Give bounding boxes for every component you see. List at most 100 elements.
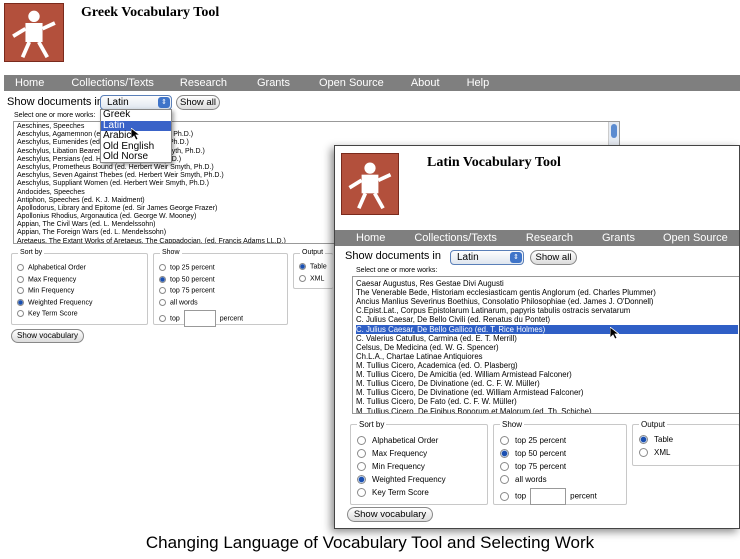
radio-button[interactable] [500, 462, 509, 472]
show-all-button[interactable]: Show all [530, 250, 577, 265]
work-item[interactable]: M. Tullius Cicero, De Divinatione (ed. W… [356, 388, 738, 397]
radio-button[interactable] [299, 274, 306, 282]
radio-button[interactable] [159, 298, 166, 306]
nav-bar: Home Collections/Texts Research Grants O… [335, 230, 739, 246]
work-item[interactable]: C. Valerius Catullus, Carmina (ed. E. T.… [356, 334, 738, 343]
sort-by-option[interactable]: Max Frequency [357, 449, 427, 459]
radio-label: all words [515, 475, 547, 484]
work-item[interactable]: M. Tullius Cicero, Academica (ed. O. Pla… [356, 361, 738, 370]
work-item[interactable]: Caesar Augustus, Res Gestae Divi Augusti [356, 279, 738, 288]
work-item[interactable]: M. Tullius Cicero, De Divinatione (ed. C… [356, 379, 738, 388]
show-all-button[interactable]: Show all [176, 95, 220, 110]
show-option[interactable]: top 50 percent [159, 275, 215, 283]
show-legend: Show [500, 419, 525, 429]
radio-button[interactable] [500, 436, 509, 446]
show-option[interactable]: top 75 percent [159, 287, 215, 295]
work-item[interactable]: Celsus, De Medicina (ed. W. G. Spencer) [356, 343, 738, 352]
show-option[interactable]: top 75 percent [500, 462, 566, 472]
radio-button[interactable] [159, 315, 166, 323]
output-option[interactable]: Table [299, 263, 327, 270]
nav-collections[interactable]: Collections/Texts [71, 77, 154, 89]
sort-by-option[interactable]: Weighted Frequency [357, 475, 446, 485]
radio-button[interactable] [357, 488, 366, 498]
work-item[interactable]: Ch.L.A., Chartae Latinae Antiquiores [356, 352, 738, 361]
works-listbox[interactable]: Caesar Augustus, Res Gestae Divi Augusti… [352, 276, 739, 414]
radio-button[interactable] [357, 436, 366, 446]
radio-button[interactable] [500, 475, 509, 485]
nav-home[interactable]: Home [356, 232, 385, 244]
output-option[interactable]: Table [639, 435, 673, 445]
radio-label: Key Term Score [28, 310, 78, 318]
sort-by-option[interactable]: Alphabetical Order [17, 264, 86, 271]
radio-button[interactable] [299, 263, 306, 270]
work-item[interactable]: C.Epist.Lat., Corpus Epistolarum Latinar… [356, 306, 738, 315]
work-item[interactable]: Ancius Manlius Severinus Boethius, Conso… [356, 297, 738, 306]
radio-label: Max Frequency [28, 275, 77, 283]
radio-button[interactable] [159, 264, 166, 271]
nav-open-source[interactable]: Open Source [663, 232, 728, 244]
radio-button[interactable] [159, 287, 166, 295]
language-select[interactable]: Latin ⇕ [100, 95, 172, 110]
logo-figure-icon [348, 162, 392, 210]
work-item[interactable]: The Venerable Bede, Historiam ecclesiast… [356, 288, 738, 297]
output-option[interactable]: XML [639, 448, 671, 458]
radio-label: top 50 percent [515, 449, 567, 458]
radio-button[interactable] [500, 492, 509, 501]
sort-by-option[interactable]: Min Frequency [357, 462, 425, 472]
language-select-value: Latin [107, 97, 129, 108]
nav-about[interactable]: About [411, 77, 440, 89]
language-option[interactable]: Old Norse [101, 151, 171, 162]
radio-button[interactable] [17, 310, 24, 318]
show-vocabulary-button[interactable]: Show vocabulary [11, 329, 84, 343]
show-option[interactable]: top percent [159, 310, 243, 328]
nav-help[interactable]: Help [467, 77, 490, 89]
radio-button[interactable] [639, 448, 648, 458]
output-option[interactable]: XML [299, 274, 324, 282]
show-vocabulary-button[interactable]: Show vocabulary [347, 507, 433, 522]
work-item[interactable]: C. Julius Caesar, De Bello Civili (ed. R… [356, 315, 738, 324]
work-item[interactable]: M. Tullius Cicero, De Finibus Bonorum et… [356, 407, 738, 413]
percent-input[interactable] [183, 310, 216, 328]
work-item[interactable]: M. Tullius Cicero, De Fato (ed. C. F. W.… [356, 397, 738, 406]
show-option[interactable]: top 25 percent [159, 264, 215, 271]
radio-button[interactable] [17, 287, 24, 295]
radio-button[interactable] [159, 275, 166, 283]
radio-button[interactable] [639, 435, 648, 445]
radio-button[interactable] [357, 449, 366, 459]
sort-by-option[interactable]: Min Frequency [17, 287, 74, 295]
radio-label: top 25 percent [170, 264, 215, 272]
nav-home[interactable]: Home [15, 77, 44, 89]
works-label: Select one or more works: [356, 267, 438, 274]
nav-open-source[interactable]: Open Source [319, 77, 384, 89]
nav-research[interactable]: Research [526, 232, 573, 244]
logo [4, 3, 64, 62]
nav-research[interactable]: Research [180, 77, 227, 89]
radio-button[interactable] [357, 462, 366, 472]
radio-button[interactable] [17, 298, 24, 306]
radio-button[interactable] [357, 475, 366, 485]
language-option[interactable]: Greek [101, 110, 171, 121]
sort-by-option[interactable]: Weighted Frequency [17, 298, 92, 306]
sort-by-option[interactable]: Max Frequency [17, 275, 77, 283]
sort-by-group: Sort by Alphabetical Order Max Frequency Mi… [350, 419, 488, 505]
nav-grants[interactable]: Grants [257, 77, 290, 89]
percent-input[interactable] [530, 488, 567, 505]
sort-by-option[interactable]: Key Term Score [17, 310, 78, 318]
radio-button[interactable] [500, 449, 509, 459]
sort-by-option[interactable]: Key Term Score [357, 488, 429, 498]
show-option[interactable]: top 25 percent [500, 436, 566, 446]
work-item[interactable]: C. Julius Caesar, De Bello Gallico (ed. … [356, 324, 738, 334]
show-option[interactable]: all words [159, 298, 198, 306]
sort-by-option[interactable]: Alphabetical Order [357, 436, 438, 446]
language-select[interactable]: Latin ⇕ [450, 250, 524, 265]
radio-button[interactable] [17, 275, 24, 283]
nav-collections[interactable]: Collections/Texts [414, 232, 497, 244]
scroll-thumb[interactable] [611, 124, 617, 138]
work-item[interactable]: M. Tullius Cicero, De Amicitia (ed. Will… [356, 370, 738, 379]
show-option[interactable]: top percent [500, 488, 597, 505]
show-option[interactable]: all words [500, 475, 547, 485]
nav-grants[interactable]: Grants [602, 232, 635, 244]
radio-button[interactable] [17, 264, 24, 271]
radio-label: XML [654, 448, 671, 457]
show-option[interactable]: top 50 percent [500, 449, 567, 459]
